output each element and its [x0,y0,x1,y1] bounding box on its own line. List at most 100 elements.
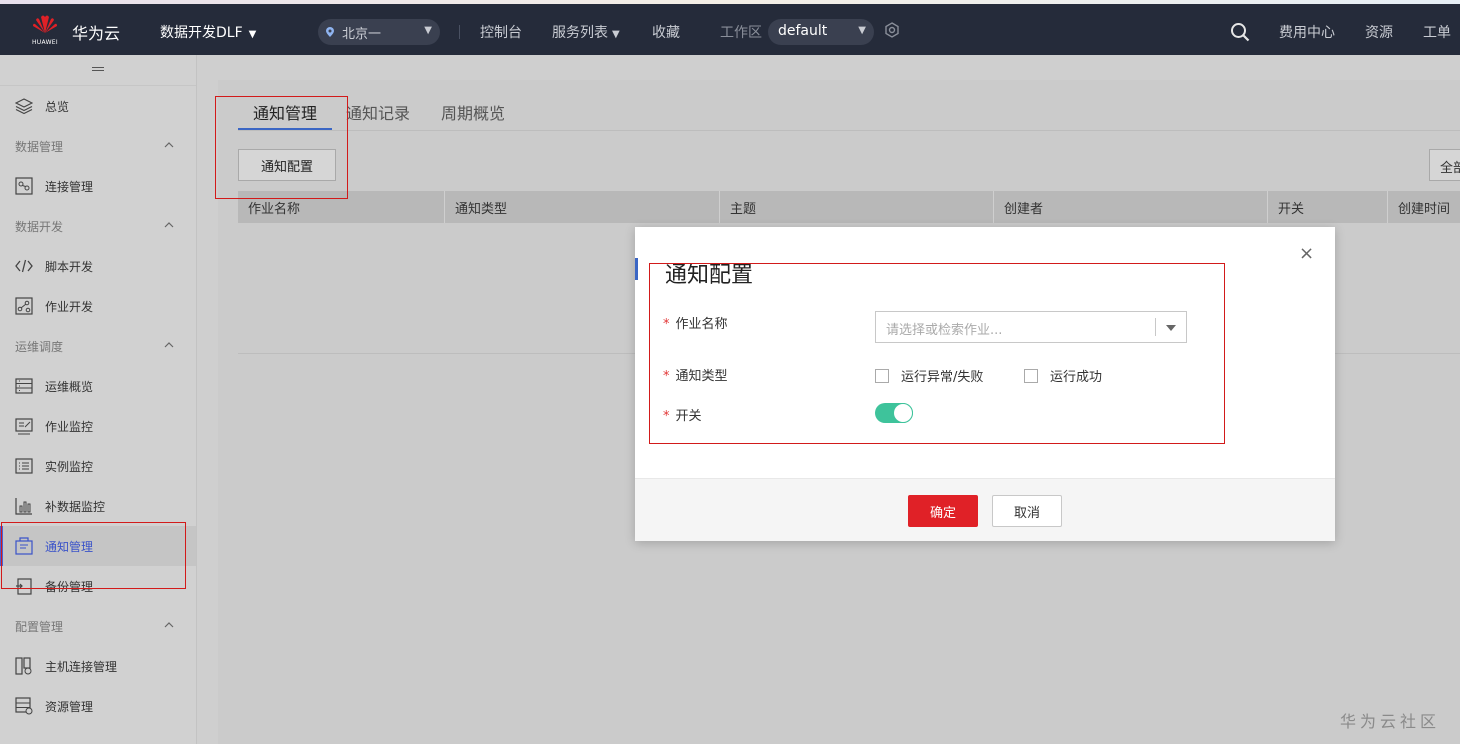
confirm-button[interactable]: 确定 [908,495,978,527]
checkbox-label: 运行异常/失败 [901,370,984,385]
checkbox-box [1024,368,1038,383]
job-name-placeholder: 请选择或检索作业... [886,323,1003,338]
sidebar-item-connection-mgmt[interactable]: 连接管理 [0,166,196,206]
huawei-flower-icon [33,15,57,33]
column-job-name[interactable]: 作业名称 [238,191,444,223]
toggle-knob [893,403,913,423]
close-icon[interactable]: × [1299,243,1314,264]
sidebar-group-ops[interactable]: 运维调度 [0,326,196,366]
instance-list-icon [15,458,33,474]
sidebar-item-backup-mgmt[interactable]: 备份管理 [0,566,196,606]
select-divider [1155,318,1156,336]
required-mark: * [663,369,670,384]
sidebar-item-resource-mgmt[interactable]: 资源管理 [0,686,196,726]
region-select[interactable]: 北京一 ▼ [318,19,440,45]
notify-config-dialog: 通知配置 × * 作业名称 请选择或检索作业... * 通知类型 运行异常/失败 运… [635,227,1335,541]
sidebar-group-data-management[interactable]: 数据管理 [0,126,196,166]
sidebar-item-job-dev[interactable]: 作业开发 [0,286,196,326]
sidebar-group-data-dev[interactable]: 数据开发 [0,206,196,246]
sidebar-item-label: 补数据监控 [45,499,106,514]
checkbox-run-success[interactable]: 运行成功 [1024,366,1102,385]
column-created-time[interactable]: 创建时间 [1387,191,1460,223]
sidebar-item-instance-monitor[interactable]: 实例监控 [0,446,196,486]
notify-config-button[interactable]: 通知配置 [238,149,336,181]
chevron-up-icon [164,622,174,628]
workspace-select[interactable]: default ▼ [768,19,874,45]
caret-down-icon: ▼ [612,29,620,40]
brand-name[interactable]: 华为云 [72,20,120,44]
nav-resources[interactable]: 资源 [1365,22,1393,42]
sidebar-collapse-toggle[interactable] [0,55,196,86]
region-label: 北京一 [342,27,382,42]
sidebar: 总览 数据管理 连接管理 数据开发 脚本开发 作业开发 运维调度 运维概览 作业… [0,55,197,744]
location-pin-icon [326,27,334,37]
nav-tickets[interactable]: 工单 [1423,22,1451,42]
caret-down-icon: ▼ [858,25,866,36]
filter-all-button[interactable]: 全部 [1429,149,1460,181]
service-switcher[interactable]: 数据开发DLF ▼ [160,22,256,42]
dialog-title: 通知配置 [665,263,754,288]
nav-console[interactable]: 控制台 [480,22,522,42]
job-name-label: * 作业名称 [663,313,728,332]
sidebar-item-label: 连接管理 [45,179,94,194]
sidebar-group-label: 数据管理 [15,139,64,154]
table-header: 作业名称 通知类型 主题 创建者 开关 创建时间 [238,191,1460,223]
tab-cycle-overview[interactable]: 周期概览 [441,100,505,124]
job-name-select[interactable]: 请选择或检索作业... [875,311,1187,343]
sidebar-item-label: 主机连接管理 [45,659,118,674]
sidebar-item-label: 作业监控 [45,419,94,434]
resource-icon [15,697,33,715]
backup-icon [16,578,32,595]
sidebar-item-notify-mgmt[interactable]: 通知管理 [0,526,196,566]
chevron-up-icon [164,142,174,148]
nav-billing[interactable]: 费用中心 [1279,22,1335,42]
tab-notify-mgmt[interactable]: 通知管理 [253,100,317,124]
tab-notify-records[interactable]: 通知记录 [346,100,410,124]
code-icon [15,259,33,273]
service-name: 数据开发DLF [160,25,243,41]
host-icon [15,657,32,675]
sidebar-item-backfill-monitor[interactable]: 补数据监控 [0,486,196,526]
job-name-label-text: 作业名称 [675,317,728,332]
sidebar-group-config[interactable]: 配置管理 [0,606,196,646]
switch-label-text: 开关 [675,409,702,424]
layers-icon [15,98,33,115]
bar-chart-icon [15,498,32,515]
gear-icon[interactable] [884,22,900,38]
sidebar-group-label: 数据开发 [15,219,64,234]
sidebar-item-job-monitor[interactable]: 作业监控 [0,406,196,446]
search-icon[interactable] [1230,22,1250,42]
nav-service-list[interactable]: 服务列表 ▼ [552,22,620,42]
sidebar-item-label: 通知管理 [45,539,94,554]
nav-favorites[interactable]: 收藏 [652,22,680,42]
list-icon [15,378,33,394]
cancel-button[interactable]: 取消 [992,495,1062,527]
caret-down-icon: ▼ [248,29,257,40]
chevron-up-icon [164,342,174,348]
column-topic[interactable]: 主题 [719,191,993,223]
connection-icon [15,177,33,195]
column-switch[interactable]: 开关 [1267,191,1387,223]
notify-switch-toggle[interactable] [875,403,913,423]
sidebar-item-host-conn-mgmt[interactable]: 主机连接管理 [0,646,196,686]
workflow-icon [15,297,33,315]
sidebar-item-label: 作业开发 [45,299,94,314]
sidebar-item-ops-overview[interactable]: 运维概览 [0,366,196,406]
notification-icon [15,537,33,555]
monitor-icon [15,418,33,435]
sidebar-item-overview[interactable]: 总览 [0,86,196,126]
required-mark: * [663,409,670,424]
checkbox-run-failure[interactable]: 运行异常/失败 [875,366,983,385]
notify-type-label-text: 通知类型 [675,369,728,384]
huawei-logo[interactable]: HUAWEI [30,13,60,47]
required-mark: * [663,317,670,332]
sidebar-item-script-dev[interactable]: 脚本开发 [0,246,196,286]
notify-type-label: * 通知类型 [663,365,728,384]
logo-text: HUAWEI [32,39,58,46]
dialog-accent-bar [635,258,638,280]
column-notify-type[interactable]: 通知类型 [444,191,719,223]
column-creator[interactable]: 创建者 [993,191,1267,223]
dialog-footer: 确定 取消 [635,478,1335,541]
top-navbar: HUAWEI 华为云 数据开发DLF ▼ 北京一 ▼ 控制台 服务列表 ▼ 收藏 工… [0,4,1460,55]
sidebar-group-label: 运维调度 [15,339,64,354]
